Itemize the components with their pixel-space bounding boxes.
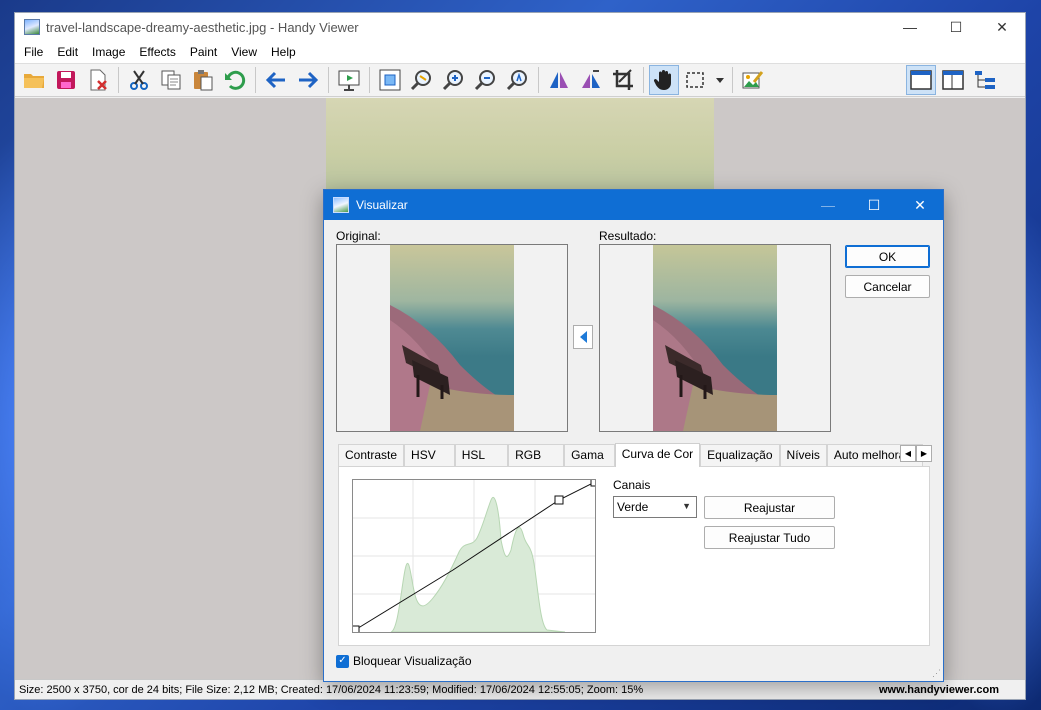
menu-effects[interactable]: Effects [132, 41, 182, 63]
open-folder-icon[interactable] [19, 65, 49, 95]
dual-view-icon[interactable] [938, 65, 968, 95]
dialog-title: Visualizar [356, 198, 408, 212]
original-label: Original: [336, 229, 381, 243]
arrow-left-icon [580, 331, 587, 343]
tab-equalizacao[interactable]: Equalização [700, 444, 780, 466]
flip-vertical-icon[interactable] [576, 65, 606, 95]
close-button[interactable]: ✕ [979, 13, 1025, 41]
dialog-close-button[interactable]: ✕ [897, 190, 943, 220]
tab-hsv[interactable]: HSV [404, 444, 455, 466]
zoom-custom-icon[interactable] [407, 65, 437, 95]
toolbar [15, 63, 1025, 97]
rectangle-select-icon[interactable] [681, 65, 711, 95]
curva-de-cor-panel: Canais Verde ▼ Reajustar Reajustar Tudo [338, 466, 930, 646]
window-title: travel-landscape-dreamy-aesthetic.jpg - … [46, 19, 359, 35]
resize-grip-icon[interactable]: ⋰ [932, 668, 941, 679]
main-image [326, 98, 714, 193]
chevron-down-icon: ▼ [682, 501, 691, 511]
lock-preview-label: Bloquear Visualização [353, 654, 472, 668]
curve-point-start[interactable] [350, 625, 360, 635]
curve-point-mid[interactable] [554, 495, 564, 505]
lock-preview-row[interactable]: ✓ Bloquear Visualização [336, 654, 472, 668]
reset-button[interactable]: Reajustar [704, 496, 835, 519]
copy-icon[interactable] [156, 65, 186, 95]
tab-niveis[interactable]: Níveis [779, 444, 827, 466]
curve-point-end[interactable] [590, 477, 600, 487]
original-preview [336, 244, 568, 432]
visualizar-dialog: Visualizar — ☐ ✕ Original: Resultado: OK… [323, 189, 944, 682]
channels-label: Canais [613, 478, 651, 492]
reset-all-button[interactable]: Reajustar Tudo [704, 526, 835, 549]
menu-help[interactable]: Help [264, 41, 303, 63]
ok-button[interactable]: OK [845, 245, 930, 268]
dialog-title-bar: Visualizar — ☐ ✕ [324, 190, 943, 220]
original-photo [390, 245, 514, 431]
select-dropdown-arrow-icon[interactable] [713, 65, 727, 95]
flip-horizontal-icon[interactable] [544, 65, 574, 95]
edit-image-icon[interactable] [738, 65, 768, 95]
single-view-icon[interactable] [906, 65, 936, 95]
tab-gama[interactable]: Gama [564, 444, 615, 466]
color-curve-editor[interactable] [350, 477, 600, 635]
tab-scroll-left-icon[interactable]: ◀ [900, 445, 916, 462]
zoom-actual-icon[interactable] [503, 65, 533, 95]
dialog-maximize-button[interactable]: ☐ [851, 190, 897, 220]
next-icon[interactable] [293, 65, 323, 95]
cut-icon[interactable] [124, 65, 154, 95]
hand-tool-icon[interactable] [649, 65, 679, 95]
menu-bar: File Edit Image Effects Paint View Help [15, 41, 1025, 63]
channel-select[interactable]: Verde ▼ [613, 496, 697, 518]
maximize-button[interactable]: ☐ [933, 13, 979, 41]
tab-scroll-right-icon[interactable]: ▶ [916, 445, 932, 462]
slideshow-icon[interactable] [334, 65, 364, 95]
crop-icon[interactable] [608, 65, 638, 95]
status-bar: Size: 2500 x 3750, cor de 24 bits; File … [15, 679, 1025, 699]
result-preview [599, 244, 831, 432]
menu-paint[interactable]: Paint [183, 41, 224, 63]
apply-arrow-button[interactable] [573, 325, 593, 349]
result-photo [653, 245, 777, 431]
zoom-out-icon[interactable] [471, 65, 501, 95]
zoom-in-icon[interactable] [439, 65, 469, 95]
tree-view-icon[interactable] [970, 65, 1000, 95]
undo-icon[interactable] [220, 65, 250, 95]
menu-view[interactable]: View [224, 41, 264, 63]
paste-icon[interactable] [188, 65, 218, 95]
status-info: Size: 2500 x 3750, cor de 24 bits; File … [19, 683, 644, 696]
lock-preview-checkbox[interactable]: ✓ [336, 654, 349, 668]
dialog-app-icon [333, 197, 349, 213]
fit-to-window-icon[interactable] [375, 65, 405, 95]
channel-selected-value: Verde [617, 500, 649, 514]
title-bar: travel-landscape-dreamy-aesthetic.jpg - … [15, 13, 1025, 41]
tab-contraste[interactable]: Contraste [338, 444, 405, 466]
menu-edit[interactable]: Edit [50, 41, 85, 63]
tab-rgb[interactable]: RGB [508, 444, 565, 466]
save-icon[interactable] [51, 65, 81, 95]
menu-image[interactable]: Image [85, 41, 132, 63]
delete-file-icon[interactable] [83, 65, 113, 95]
curve-graph[interactable] [350, 477, 600, 635]
tab-curva-de-cor[interactable]: Curva de Cor [614, 443, 701, 467]
minimize-button[interactable]: — [887, 13, 933, 41]
menu-file[interactable]: File [17, 41, 50, 63]
dialog-minimize-button: — [821, 197, 835, 213]
previous-icon[interactable] [261, 65, 291, 95]
tab-hsl[interactable]: HSL [454, 444, 509, 466]
adjustment-tabs: Contraste HSV HSL RGB Gama Curva de Cor … [338, 443, 932, 467]
app-icon [24, 19, 40, 35]
result-label: Resultado: [599, 229, 657, 243]
cancel-button[interactable]: Cancelar [845, 275, 930, 298]
website-link[interactable]: www.handyviewer.com [879, 684, 999, 696]
